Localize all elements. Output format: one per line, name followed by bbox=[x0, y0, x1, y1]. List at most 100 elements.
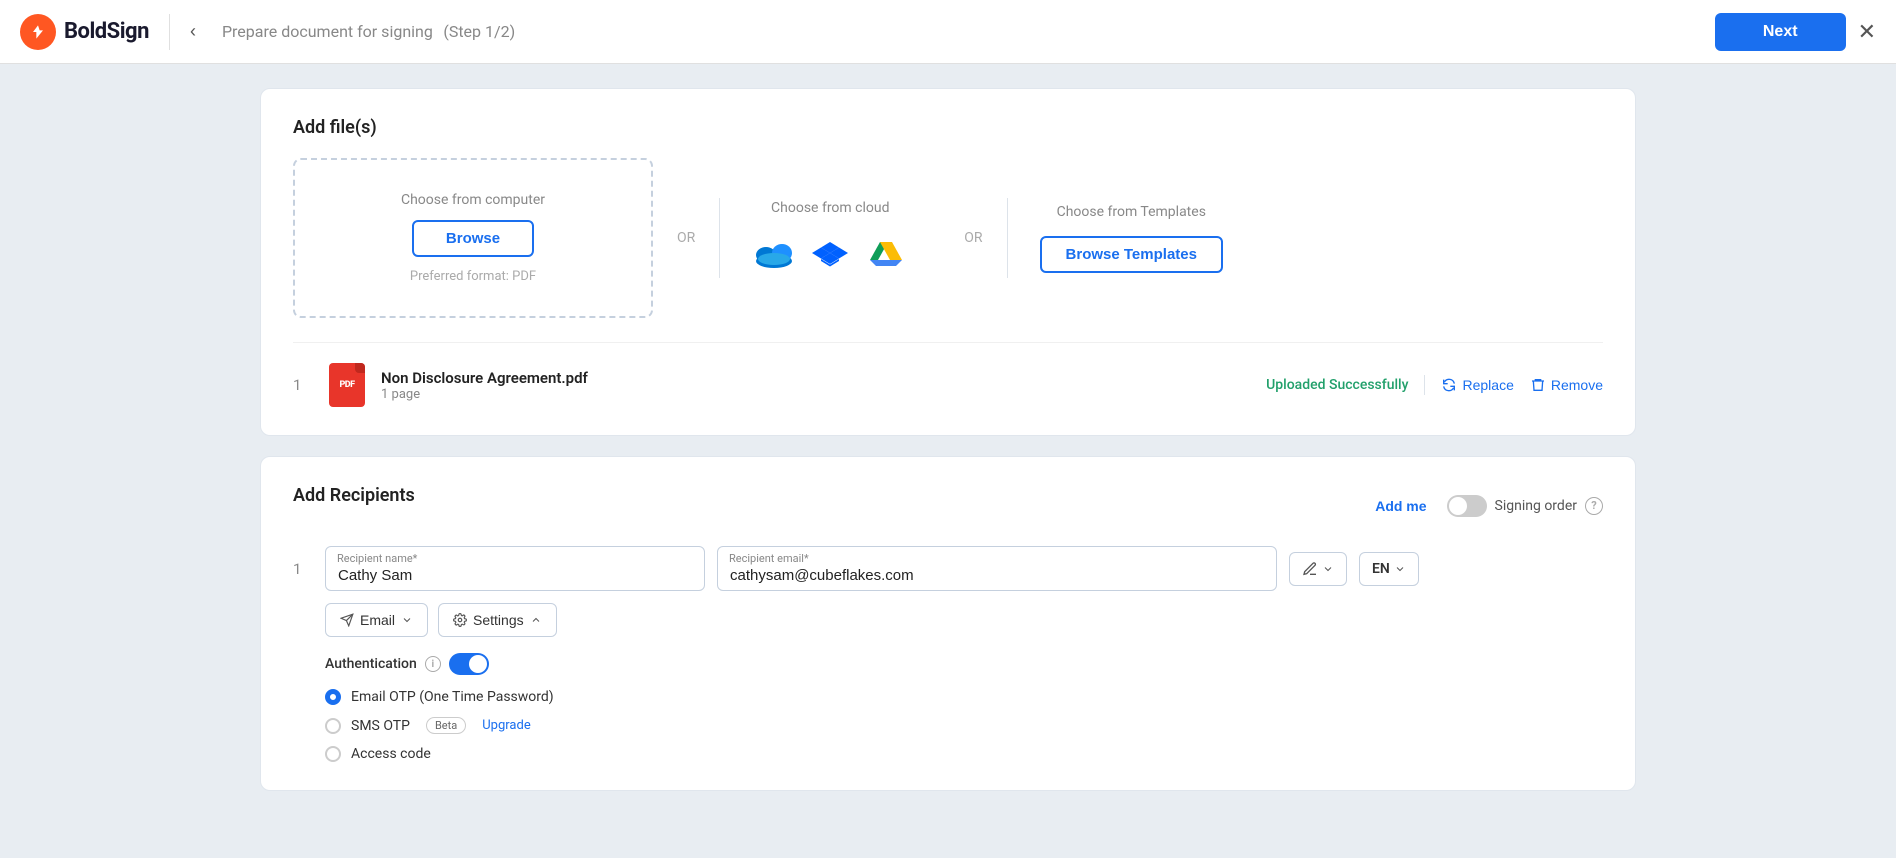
file-pages: 1 page bbox=[381, 387, 1250, 402]
upgrade-link[interactable]: Upgrade bbox=[482, 718, 530, 733]
gear-icon bbox=[453, 613, 467, 627]
page-title: Prepare document for signing (Step 1/2) bbox=[216, 21, 515, 42]
signing-order-control: Signing order ? bbox=[1447, 495, 1603, 517]
email-otp-radio[interactable] bbox=[325, 689, 341, 705]
back-icon: ‹ bbox=[190, 21, 196, 41]
cloud-section: Choose from cloud bbox=[720, 200, 940, 276]
access-code-option[interactable]: Access code bbox=[325, 746, 1603, 762]
auth-info-icon[interactable]: i bbox=[425, 656, 441, 672]
signing-order-label: Signing order bbox=[1495, 498, 1577, 514]
file-actions: Uploaded Successfully Replace Remove bbox=[1266, 375, 1603, 395]
signing-order-help-icon[interactable]: ? bbox=[1585, 497, 1603, 515]
step-text: (Step 1/2) bbox=[443, 22, 515, 41]
or-divider-1: OR bbox=[653, 230, 719, 246]
choose-computer-label: Choose from computer bbox=[401, 192, 545, 208]
recipients-controls: Add me Signing order ? bbox=[1375, 495, 1603, 517]
file-row: 1 PDF Non Disclosure Agreement.pdf 1 pag… bbox=[293, 342, 1603, 407]
language-dropdown[interactable]: EN bbox=[1359, 552, 1419, 586]
recipients-header: Add Recipients Add me Signing order ? bbox=[293, 485, 1603, 526]
recipient-email-group: Recipient email* bbox=[717, 546, 1277, 591]
recipient-name-group: Recipient name* bbox=[325, 546, 705, 591]
email-otp-label: Email OTP (One Time Password) bbox=[351, 689, 554, 705]
google-drive-button[interactable] bbox=[864, 232, 908, 276]
browse-templates-button[interactable]: Browse Templates bbox=[1040, 236, 1223, 273]
settings-label: Settings bbox=[473, 612, 524, 628]
recipient-index: 1 bbox=[293, 560, 313, 578]
sms-otp-radio[interactable] bbox=[325, 718, 341, 734]
add-files-row: Choose from computer Browse Preferred fo… bbox=[293, 158, 1603, 318]
auth-toggle-knob bbox=[469, 655, 487, 673]
settings-chevron-icon bbox=[530, 614, 542, 626]
sms-beta-badge: Beta bbox=[426, 717, 466, 734]
email-otp-option[interactable]: Email OTP (One Time Password) bbox=[325, 689, 1603, 705]
title-text: Prepare document for signing bbox=[222, 22, 433, 41]
or-divider-2: OR bbox=[940, 230, 1006, 246]
sms-otp-label: SMS OTP bbox=[351, 718, 410, 734]
toggle-knob bbox=[1449, 497, 1467, 515]
replace-button[interactable]: Replace bbox=[1441, 377, 1513, 393]
trash-icon bbox=[1530, 377, 1546, 393]
replace-icon bbox=[1441, 377, 1457, 393]
signing-order-toggle[interactable] bbox=[1447, 495, 1487, 517]
recipient-settings-row: Email Settings bbox=[325, 603, 1603, 637]
google-drive-icon bbox=[868, 236, 904, 272]
logo-svg bbox=[28, 22, 48, 42]
remove-label: Remove bbox=[1551, 377, 1603, 393]
sms-otp-option[interactable]: SMS OTP Beta Upgrade bbox=[325, 717, 1603, 734]
preferred-format-text: Preferred format: PDF bbox=[410, 269, 536, 284]
recipient-row: 1 Recipient name* Recipient email* EN bbox=[293, 546, 1603, 591]
file-name: Non Disclosure Agreement.pdf bbox=[381, 369, 1250, 387]
logo-text: BoldSign bbox=[64, 19, 149, 44]
dropbox-button[interactable] bbox=[808, 232, 852, 276]
authentication-section: Authentication i Email OTP (One Time Pas… bbox=[325, 653, 1603, 762]
lang-chevron-icon bbox=[1394, 563, 1406, 575]
action-divider bbox=[1424, 375, 1425, 395]
auth-header: Authentication i bbox=[325, 653, 1603, 675]
back-button[interactable]: ‹ bbox=[186, 17, 200, 46]
choose-templates-label: Choose from Templates bbox=[1057, 204, 1206, 220]
action-dropdown[interactable] bbox=[1289, 552, 1347, 586]
auth-toggle[interactable] bbox=[449, 653, 489, 675]
close-button[interactable]: ✕ bbox=[1858, 19, 1876, 45]
send-icon bbox=[340, 613, 354, 627]
dropbox-icon bbox=[812, 236, 848, 272]
recipient-name-label: Recipient name* bbox=[337, 552, 417, 565]
pdf-icon: PDF bbox=[329, 363, 365, 407]
templates-section: Choose from Templates Browse Templates bbox=[1008, 204, 1255, 273]
add-files-card: Add file(s) Choose from computer Browse … bbox=[260, 88, 1636, 436]
browse-button[interactable]: Browse bbox=[412, 220, 534, 257]
pen-icon bbox=[1302, 561, 1318, 577]
auth-label: Authentication bbox=[325, 656, 417, 672]
header-left: BoldSign ‹ Prepare document for signing … bbox=[20, 14, 515, 50]
main-content: Add file(s) Choose from computer Browse … bbox=[0, 64, 1896, 815]
chevron-down-icon bbox=[1322, 563, 1334, 575]
email-type-button[interactable]: Email bbox=[325, 603, 428, 637]
upload-box: Choose from computer Browse Preferred fo… bbox=[293, 158, 653, 318]
recipient-email-label: Recipient email* bbox=[729, 552, 809, 565]
uploaded-badge: Uploaded Successfully bbox=[1266, 377, 1408, 393]
replace-label: Replace bbox=[1462, 377, 1513, 393]
header-right: Next ✕ bbox=[1715, 13, 1876, 51]
add-recipients-card: Add Recipients Add me Signing order ? 1 … bbox=[260, 456, 1636, 791]
header: BoldSign ‹ Prepare document for signing … bbox=[0, 0, 1896, 64]
onedrive-button[interactable] bbox=[752, 232, 796, 276]
lang-label: EN bbox=[1372, 561, 1390, 577]
file-index: 1 bbox=[293, 376, 313, 394]
logo: BoldSign bbox=[20, 14, 170, 50]
logo-icon bbox=[20, 14, 56, 50]
settings-button[interactable]: Settings bbox=[438, 603, 557, 637]
recipients-title: Add Recipients bbox=[293, 485, 415, 506]
choose-cloud-label: Choose from cloud bbox=[771, 200, 889, 216]
email-chevron-icon bbox=[401, 614, 413, 626]
auth-radio-options: Email OTP (One Time Password) SMS OTP Be… bbox=[325, 689, 1603, 762]
cloud-icons bbox=[752, 232, 908, 276]
file-info: Non Disclosure Agreement.pdf 1 page bbox=[381, 369, 1250, 402]
onedrive-icon bbox=[754, 239, 794, 269]
next-button[interactable]: Next bbox=[1715, 13, 1846, 51]
access-code-radio[interactable] bbox=[325, 746, 341, 762]
email-type-label: Email bbox=[360, 612, 395, 628]
pdf-label: PDF bbox=[339, 380, 354, 390]
remove-button[interactable]: Remove bbox=[1530, 377, 1603, 393]
add-files-title: Add file(s) bbox=[293, 117, 1603, 138]
add-me-button[interactable]: Add me bbox=[1375, 498, 1426, 514]
